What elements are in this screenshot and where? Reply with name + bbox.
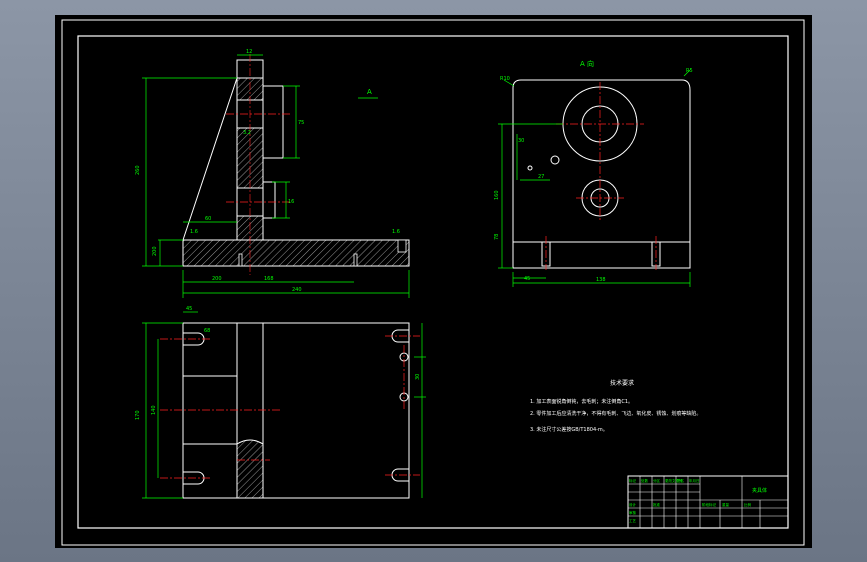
tech-req-title: 技术要求 (610, 379, 634, 387)
base-hole (397, 239, 407, 253)
svg-text:签名: 签名 (677, 478, 684, 483)
svg-text:75: 75 (298, 120, 304, 126)
svg-text:45: 45 (524, 276, 530, 282)
svg-text:27: 27 (538, 174, 544, 180)
svg-text:60: 60 (205, 216, 211, 222)
drawing-name: 夹具体 (752, 487, 767, 494)
lower-counterbore (262, 181, 276, 219)
base-slot-right (353, 253, 358, 267)
svg-text:R10: R10 (500, 76, 510, 82)
svg-text:170: 170 (135, 410, 141, 420)
svg-text:12: 12 (246, 49, 252, 55)
cad-drawing-canvas[interactable]: 260 200 240 168 60 12 75 16 200 3.2 1.6 … (0, 0, 867, 562)
svg-text:年月日: 年月日 (689, 478, 700, 483)
svg-text:审核: 审核 (629, 510, 637, 515)
section-label: A (367, 88, 372, 96)
svg-text:260: 260 (135, 165, 141, 175)
svg-text:标记: 标记 (629, 478, 637, 483)
svg-text:78: 78 (494, 234, 500, 240)
svg-text:重量: 重量 (722, 502, 730, 507)
svg-text:200: 200 (152, 246, 158, 256)
svg-text:阶段标记: 阶段标记 (702, 502, 716, 507)
svg-text:140: 140 (151, 405, 157, 415)
tech-req-item: 1. 加工表面锐角倒钝，去毛刺；未注倒角C1。 (530, 398, 633, 405)
svg-text:160: 160 (494, 190, 500, 200)
svg-text:138: 138 (596, 277, 606, 283)
svg-text:比例: 比例 (744, 502, 752, 507)
svg-text:3.2: 3.2 (243, 130, 251, 136)
upper-counterbore (262, 85, 284, 159)
svg-text:200: 200 (212, 276, 222, 282)
svg-text:240: 240 (292, 287, 302, 293)
svg-text:30: 30 (415, 374, 421, 380)
svg-text:68: 68 (204, 328, 210, 334)
base-plate (182, 239, 410, 267)
svg-text:1.6: 1.6 (392, 229, 400, 235)
svg-text:30: 30 (518, 138, 524, 144)
svg-text:工艺: 工艺 (629, 518, 637, 523)
svg-text:1.6: 1.6 (190, 229, 198, 235)
svg-text:设计: 设计 (629, 502, 637, 507)
svg-text:45: 45 (186, 306, 192, 312)
svg-text:168: 168 (264, 276, 274, 282)
model-space-background (55, 15, 812, 548)
svg-text:分区: 分区 (653, 478, 661, 483)
tech-req-item: 2. 零件加工后应清洗干净，不得有毛刺、飞边、氧化皮、锈蚀、划痕等缺陷。 (530, 410, 701, 417)
svg-text:处数: 处数 (641, 478, 649, 483)
base-slot-left (238, 253, 243, 267)
plan-section (236, 439, 264, 499)
tech-req-item: 3. 未注尺寸公差按GB/T1804-m。 (530, 426, 608, 433)
view-a-label: A 向 (580, 59, 594, 68)
svg-text:R5: R5 (686, 68, 693, 74)
svg-text:批准: 批准 (653, 502, 661, 507)
svg-text:16: 16 (288, 199, 294, 205)
